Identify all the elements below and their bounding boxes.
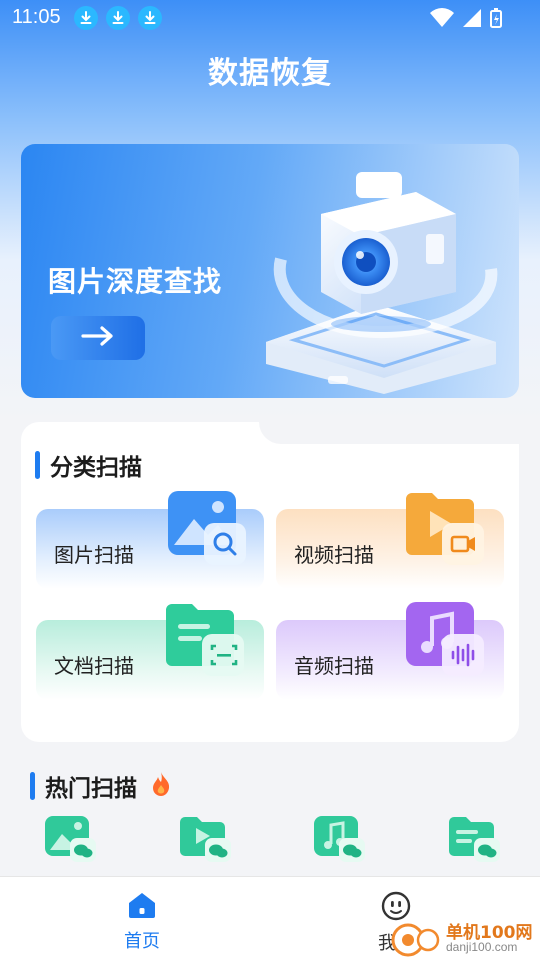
hot-section-header: 热门扫描 xyxy=(30,769,171,803)
audio-music-icon xyxy=(404,600,488,688)
fire-icon xyxy=(151,771,171,801)
signal-icon xyxy=(462,8,482,32)
image-search-icon xyxy=(166,489,250,577)
wechat-document-icon[interactable] xyxy=(448,812,500,862)
banner-go-button[interactable] xyxy=(51,316,145,360)
category-section-header: 分类扫描 xyxy=(35,448,142,482)
wechat-audio-icon[interactable] xyxy=(313,812,365,862)
document-scan-tile[interactable]: 文档扫描 xyxy=(36,604,264,700)
image-scan-label: 图片扫描 xyxy=(54,543,134,567)
deep-image-search-banner[interactable]: 图片深度查找 xyxy=(21,144,519,398)
status-time: 11:05 xyxy=(12,6,61,28)
home-icon xyxy=(102,891,182,923)
hot-scan-row xyxy=(0,812,540,872)
download-icon xyxy=(106,6,130,30)
video-scan-tile[interactable]: 视频扫描 xyxy=(276,493,504,589)
image-scan-tile[interactable]: 图片扫描 xyxy=(36,491,264,589)
category-scan-card: 分类扫描 图片扫描 视频扫描 文档扫描 音频扫描 xyxy=(21,422,519,742)
hot-section-title: 热门扫描 xyxy=(45,776,137,802)
nav-item-home[interactable]: 首页 xyxy=(102,891,182,953)
download-icon xyxy=(74,6,98,30)
nav-label-home: 首页 xyxy=(124,931,160,952)
card-notch xyxy=(259,422,519,444)
download-icon xyxy=(138,6,162,30)
wechat-image-icon[interactable] xyxy=(44,812,96,862)
video-scan-label: 视频扫描 xyxy=(294,543,374,567)
battery-icon xyxy=(490,8,502,32)
watermark-subtext: danji100.com xyxy=(446,940,518,954)
banner-title: 图片深度查找 xyxy=(48,265,223,298)
site-watermark: 单机100网 danji100.com xyxy=(390,920,540,960)
document-scan-icon xyxy=(164,600,248,688)
camera-illustration xyxy=(266,164,506,398)
section-accent-bar xyxy=(30,772,35,800)
audio-scan-label: 音频扫描 xyxy=(294,654,374,678)
page-title: 数据恢复 xyxy=(208,56,332,91)
section-accent-bar xyxy=(35,451,40,479)
arrow-right-icon xyxy=(81,326,115,350)
category-section-title: 分类扫描 xyxy=(50,455,142,481)
status-bar: 11:05 xyxy=(0,0,540,36)
wechat-video-icon[interactable] xyxy=(179,812,231,862)
document-scan-label: 文档扫描 xyxy=(54,654,134,678)
wifi-icon xyxy=(430,8,454,32)
audio-scan-tile[interactable]: 音频扫描 xyxy=(276,602,504,700)
video-folder-icon xyxy=(404,489,488,577)
